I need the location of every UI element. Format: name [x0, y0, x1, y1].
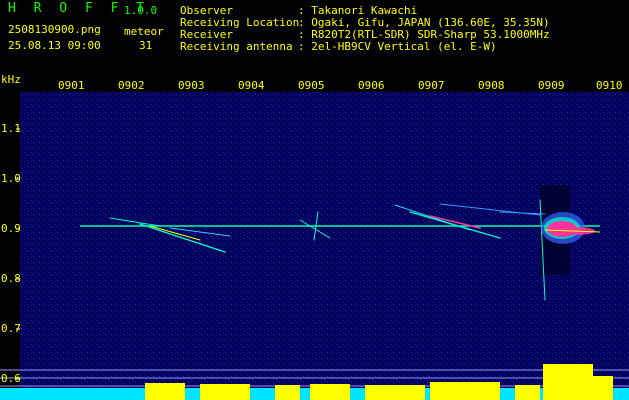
antenna-label: Receiving antenna [180, 40, 293, 53]
freq-tick-0-9: 0.9 [1, 222, 21, 235]
file-name: 2508130900.png [8, 23, 101, 36]
time-tick-0901: 0901 [58, 79, 85, 92]
meteor-count: 31 [139, 39, 153, 52]
freq-tick-1-0: 1.0 [1, 172, 21, 185]
freq-tick-0-8: 0.8 [1, 272, 21, 285]
app-version: 1.0.0 [124, 4, 158, 17]
observation-datetime: 25.08.13 09:00 [8, 39, 101, 52]
freq-tick-0-7: 0.7 [1, 322, 21, 335]
time-tick-0902: 0902 [118, 79, 145, 92]
time-tick-0908: 0908 [478, 79, 505, 92]
spectrogram-panel [0, 92, 629, 400]
frequency-axis-ticks [16, 128, 20, 380]
time-tick-0904: 0904 [238, 79, 265, 92]
spectrogram-background [20, 92, 629, 400]
meteor-label: meteor [124, 25, 164, 38]
time-tick-0910: 0910 [596, 79, 623, 92]
frequency-unit-label: kHz [1, 73, 21, 86]
time-tick-0905: 0905 [298, 79, 325, 92]
time-tick-0907: 0907 [418, 79, 445, 92]
time-tick-0906: 0906 [358, 79, 385, 92]
freq-tick-1-1: 1.1 [1, 122, 21, 135]
header-panel: H R O F F T 1.0.0 2508130900.png meteor … [0, 0, 629, 58]
antenna-value: : 2el-HB9CV Vertical (el. E-W) [298, 40, 497, 53]
time-tick-0909: 0909 [538, 79, 565, 92]
time-tick-0903: 0903 [178, 79, 205, 92]
freq-tick-0-6: 0.6 [1, 372, 21, 385]
